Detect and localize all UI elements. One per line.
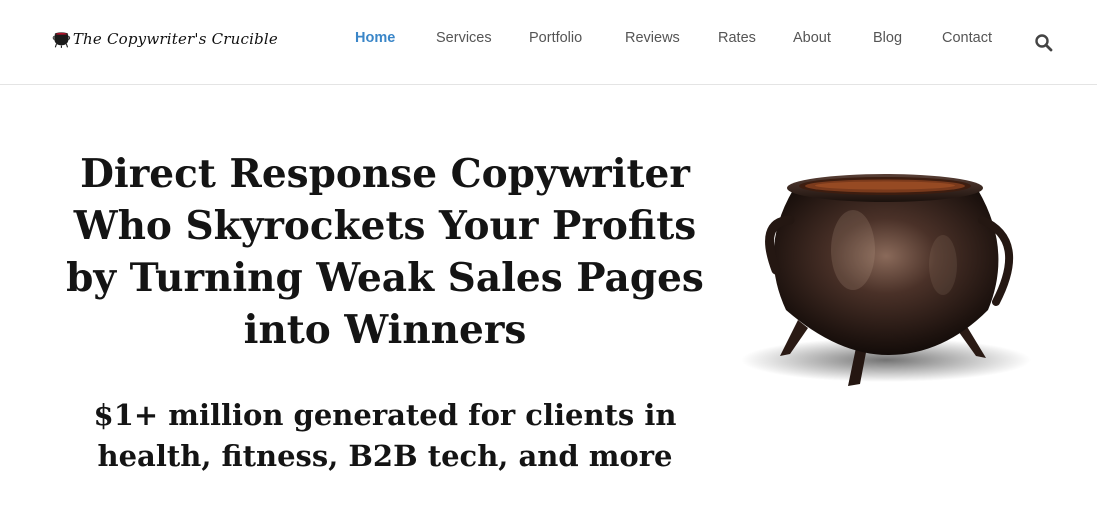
nav-item-blog[interactable]: Blog: [873, 30, 902, 46]
site-header: The Copywriter's Crucible Home Services …: [0, 0, 1097, 85]
search-button[interactable]: [1034, 33, 1054, 53]
nav-item-contact[interactable]: Contact: [942, 30, 992, 46]
hero-headline: Direct Response Copywriter Who Skyrocket…: [66, 151, 704, 353]
search-icon: [1035, 34, 1053, 52]
nav-item-about[interactable]: About: [793, 30, 831, 46]
nav-item-rates[interactable]: Rates: [718, 30, 756, 46]
cauldron-icon: [741, 174, 1031, 386]
nav-item-services[interactable]: Services: [436, 30, 492, 46]
nav-item-reviews[interactable]: Reviews: [625, 30, 680, 46]
site-logo[interactable]: The Copywriter's Crucible: [52, 19, 278, 59]
hero-subheadline: $1+ million generated for clients in hea…: [93, 398, 677, 473]
nav-item-home[interactable]: Home: [355, 30, 395, 46]
cauldron-icon: [52, 32, 71, 48]
nav-item-portfolio[interactable]: Portfolio: [529, 30, 582, 46]
logo-text: The Copywriter's Crucible: [72, 30, 278, 48]
